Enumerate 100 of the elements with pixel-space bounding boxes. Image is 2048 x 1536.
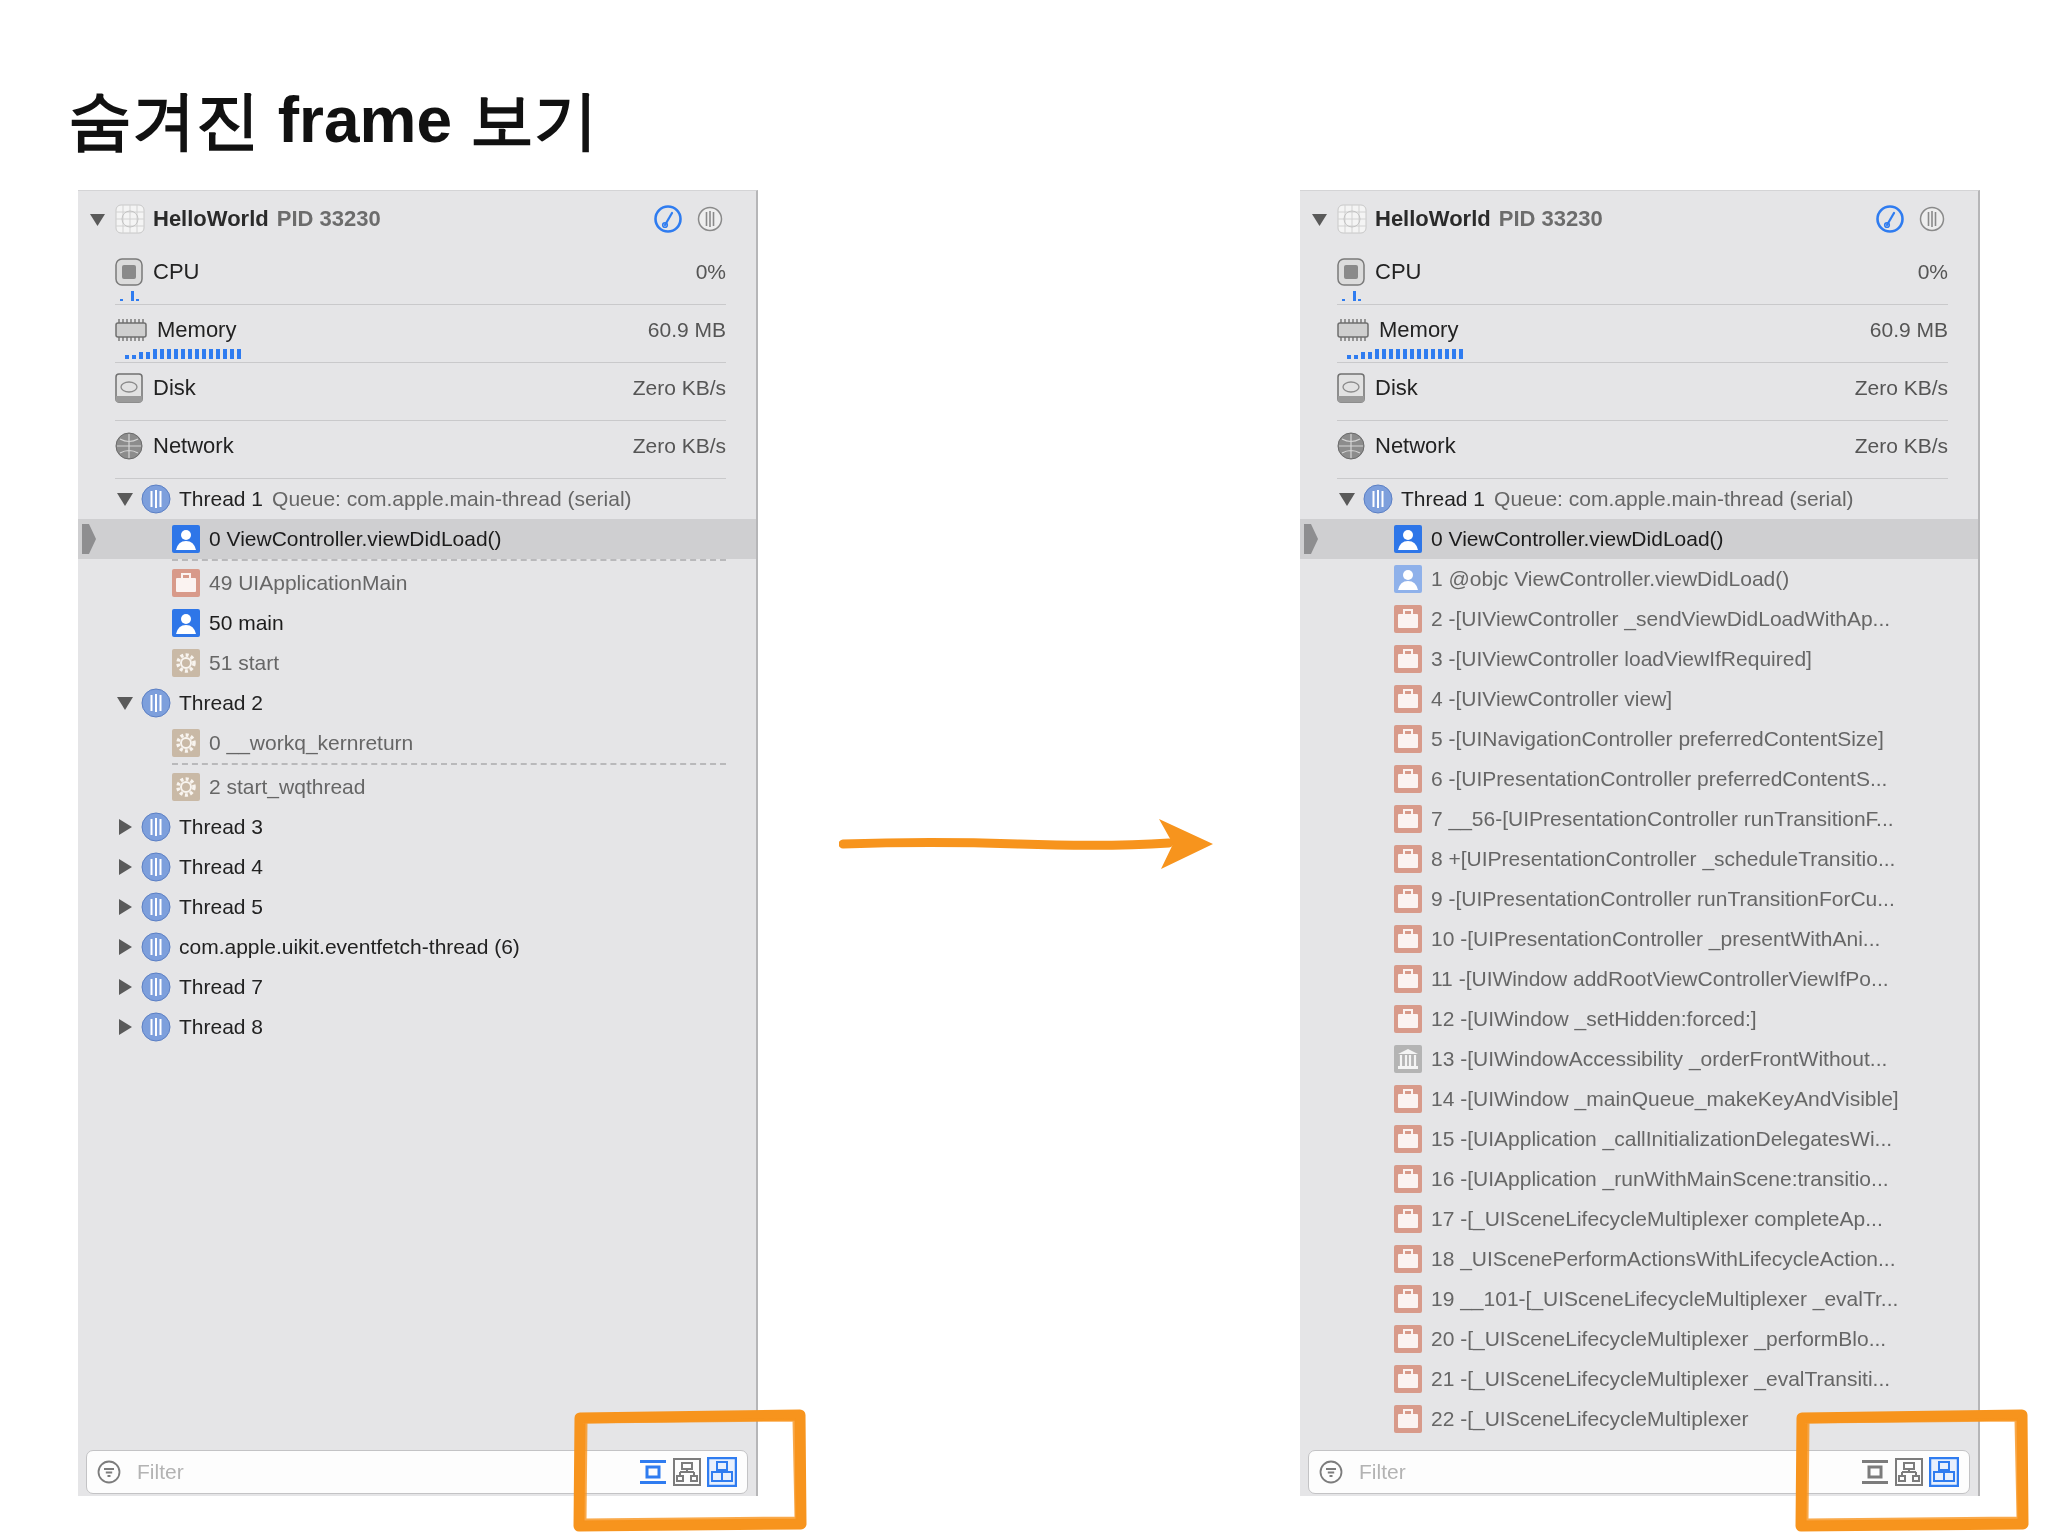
- frame-row[interactable]: 20 -[_UISceneLifecycleMultiplexer _performBlo...: [1300, 1319, 1978, 1359]
- thread-icon: [1363, 484, 1393, 514]
- selected-frame-row[interactable]: 0 ViewController.viewDidLoad(): [78, 519, 756, 559]
- frame-label: 19 __101-[_UISceneLifecycleMultiplexer _evalTr...: [1431, 1287, 1899, 1311]
- frame-label: 2 start_wqthread: [209, 775, 366, 799]
- toggle-button[interactable]: [707, 1457, 737, 1487]
- metric-value: 0%: [695, 260, 726, 284]
- frame-row[interactable]: 10 -[UIPresentationController _presentWithAni...: [1300, 919, 1978, 959]
- frame-row[interactable]: 1 @objc ViewController.viewDidLoad(): [1300, 559, 1978, 599]
- disclosure-triangle-icon[interactable]: [116, 818, 134, 836]
- frame-row[interactable]: 22 -[_UISceneLifecycleMultiplexer: [1300, 1399, 1978, 1439]
- disk-drive-icon: [1337, 373, 1365, 403]
- frame-label: 6 -[UIPresentationController preferredContentS...: [1431, 767, 1888, 791]
- toggle-button[interactable]: [1895, 1458, 1923, 1486]
- disclosure-triangle-icon[interactable]: [116, 694, 134, 712]
- frame-row[interactable]: 7 __56-[UIPresentationController runTransitionF...: [1300, 799, 1978, 839]
- threads-icon[interactable]: [697, 206, 723, 232]
- frame-row[interactable]: 13 -[UIWindowAccessibility _orderFrontWithout...: [1300, 1039, 1978, 1079]
- frame-row[interactable]: 50 main: [78, 603, 756, 643]
- gauge-icon[interactable]: [1875, 204, 1905, 234]
- selected-frame-row[interactable]: 0 ViewController.viewDidLoad(): [1300, 519, 1978, 559]
- thread-icon: [141, 1012, 171, 1042]
- briefcase-icon: [1394, 1405, 1422, 1433]
- metric-value: Zero KB/s: [1854, 376, 1948, 400]
- app-icon: [1337, 204, 1367, 234]
- frame-row[interactable]: 15 -[UIApplication _callInitializationDelegatesWi...: [1300, 1119, 1978, 1159]
- frame-row[interactable]: 4 -[UIViewController view]: [1300, 679, 1978, 719]
- frame-row[interactable]: 12 -[UIWindow _setHidden:forced:]: [1300, 999, 1978, 1039]
- disclosure-triangle-icon[interactable]: [116, 938, 134, 956]
- thread-name[interactable]: Thread 4: [179, 855, 264, 879]
- briefcase-icon: [1394, 1005, 1422, 1033]
- disclosure-triangle-icon[interactable]: [116, 978, 134, 996]
- frame-label: 5 -[UINavigationController preferredContentSize]: [1431, 727, 1884, 751]
- frame-label: 3 -[UIViewController loadViewIfRequired]: [1431, 647, 1812, 671]
- filter-field[interactable]: Filter: [1308, 1450, 1970, 1494]
- frame-row[interactable]: 19 __101-[_UISceneLifecycleMultiplexer _evalTr...: [1300, 1279, 1978, 1319]
- frame-row[interactable]: 3 -[UIViewController loadViewIfRequired]: [1300, 639, 1978, 679]
- thread-name[interactable]: Thread 1: [179, 487, 264, 511]
- frame-label: 0 ViewController.viewDidLoad(): [1431, 527, 1724, 551]
- process-id: PID 33230: [1498, 206, 1603, 232]
- toggle-button[interactable]: [1861, 1458, 1889, 1486]
- briefcase-icon: [172, 569, 200, 597]
- gauge-icon[interactable]: [653, 204, 683, 234]
- filter-field[interactable]: Filter: [86, 1450, 748, 1494]
- briefcase-icon: [1394, 1205, 1422, 1233]
- filter-input[interactable]: Filter: [1357, 1459, 1855, 1485]
- memory-chip-icon: [115, 318, 147, 342]
- thread-name[interactable]: com.apple.uikit.eventfetch-thread (6): [179, 935, 520, 959]
- frame-row[interactable]: 18 _UIScenePerformActionsWithLifecycleAction...: [1300, 1239, 1978, 1279]
- frame-row[interactable]: 9 -[UIPresentationController runTransitionForCu...: [1300, 879, 1978, 919]
- frame-row[interactable]: 17 -[_UISceneLifecycleMultiplexer completeAp...: [1300, 1199, 1978, 1239]
- disclosure-triangle-icon[interactable]: [116, 858, 134, 876]
- briefcase-icon: [1394, 845, 1422, 873]
- frame-row[interactable]: 49 UIApplicationMain: [78, 563, 756, 603]
- frame-row[interactable]: 14 -[UIWindow _mainQueue_makeKeyAndVisible]: [1300, 1079, 1978, 1119]
- thread-name[interactable]: Thread 3: [179, 815, 264, 839]
- disclosure-triangle-icon[interactable]: [116, 898, 134, 916]
- frame-label: 16 -[UIApplication _runWithMainScene:transitio...: [1431, 1167, 1889, 1191]
- frame-row[interactable]: 21 -[_UISceneLifecycleMultiplexer _evalTransiti...: [1300, 1359, 1978, 1399]
- frame-label: 8 +[UIPresentationController _scheduleTransitio...: [1431, 847, 1896, 871]
- metric-label: Disk: [1375, 375, 1418, 401]
- frame-label: 11 -[UIWindow addRootViewControllerViewIfPo...: [1431, 967, 1889, 991]
- frame-row[interactable]: 11 -[UIWindow addRootViewControllerViewIfPo...: [1300, 959, 1978, 999]
- cpu-icon: [1337, 258, 1365, 286]
- thread-name[interactable]: Thread 7: [179, 975, 264, 999]
- toggle-button[interactable]: [639, 1458, 667, 1486]
- frame-label: 51 start: [209, 651, 280, 675]
- briefcase-icon: [1394, 1365, 1422, 1393]
- filter-input[interactable]: Filter: [135, 1459, 633, 1485]
- person-icon: [1394, 565, 1422, 593]
- process-id: PID 33230: [276, 206, 381, 232]
- metric-label: Disk: [153, 375, 196, 401]
- disclosure-triangle-icon[interactable]: [116, 1018, 134, 1036]
- thread-name[interactable]: Thread 2: [179, 691, 264, 715]
- slide-title: 숨겨진 frame 보기: [68, 88, 599, 152]
- frame-row[interactable]: 5 -[UINavigationController preferredContentSize]: [1300, 719, 1978, 759]
- person-icon: [172, 609, 200, 637]
- frame-row[interactable]: 2 -[UIViewController _sendViewDidLoadWithAp...: [1300, 599, 1978, 639]
- briefcase-icon: [1394, 1125, 1422, 1153]
- globe-icon: [1337, 432, 1365, 460]
- disclosure-triangle-icon[interactable]: [116, 490, 134, 508]
- toggle-button[interactable]: [1929, 1457, 1959, 1487]
- disclosure-triangle-icon[interactable]: [1338, 490, 1356, 508]
- frame-row[interactable]: 8 +[UIPresentationController _scheduleTransitio...: [1300, 839, 1978, 879]
- toggle-button[interactable]: [673, 1458, 701, 1486]
- frame-label: 15 -[UIApplication _callInitializationDelegatesWi...: [1431, 1127, 1893, 1151]
- frame-row[interactable]: 0 __workq_kernreturn: [78, 723, 756, 763]
- disk-drive-icon: [115, 373, 143, 403]
- frame-label: 0 ViewController.viewDidLoad(): [209, 527, 502, 551]
- frame-row[interactable]: 2 start_wqthread: [78, 767, 756, 807]
- thread-name[interactable]: Thread 5: [179, 895, 264, 919]
- metric-value: Zero KB/s: [632, 376, 726, 400]
- thread-name[interactable]: Thread 1: [1401, 487, 1486, 511]
- threads-icon[interactable]: [1919, 206, 1945, 232]
- metric-value: Zero KB/s: [1854, 434, 1948, 458]
- frame-row[interactable]: 16 -[UIApplication _runWithMainScene:transitio...: [1300, 1159, 1978, 1199]
- frame-label: 13 -[UIWindowAccessibility _orderFrontWithout...: [1431, 1047, 1888, 1071]
- frame-row[interactable]: 6 -[UIPresentationController preferredContentS...: [1300, 759, 1978, 799]
- thread-name[interactable]: Thread 8: [179, 1015, 264, 1039]
- frame-row[interactable]: 51 start: [78, 643, 756, 683]
